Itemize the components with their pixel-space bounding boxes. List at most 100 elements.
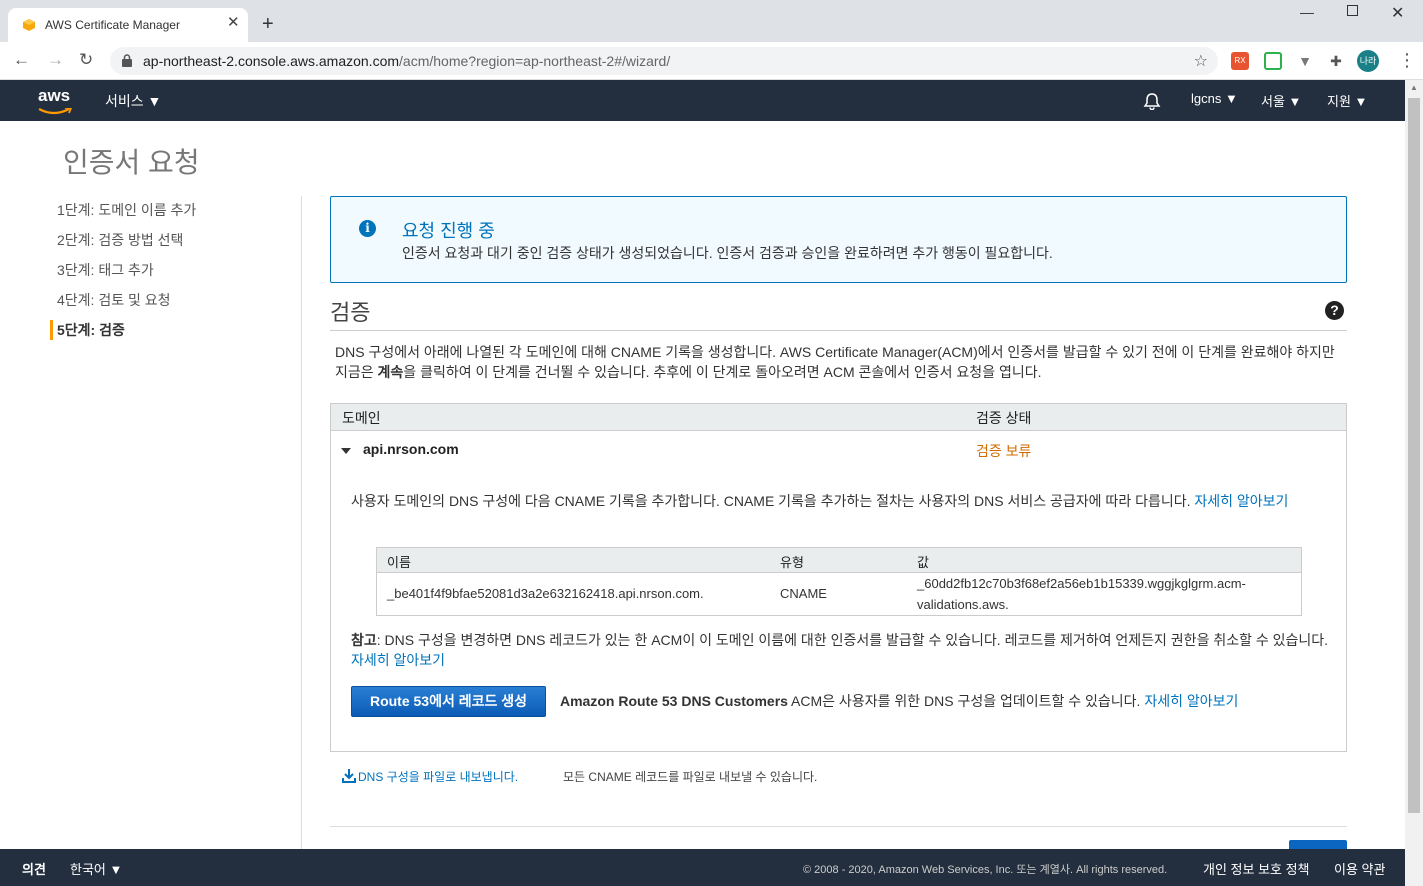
back-icon[interactable]: ← bbox=[13, 51, 30, 69]
expand-caret-icon[interactable] bbox=[341, 448, 351, 454]
help-icon[interactable]: ? bbox=[1325, 301, 1344, 320]
browser-toolbar: ← → ↻ ap-northeast-2.console.aws.amazon.… bbox=[0, 42, 1423, 80]
col-type: 유형 bbox=[780, 555, 804, 570]
forward-icon[interactable]: → bbox=[47, 51, 64, 69]
cname-type: CNAME bbox=[780, 586, 827, 601]
route53-learn-more-link[interactable]: 자세히 알아보기 bbox=[1144, 693, 1238, 709]
lock-icon bbox=[122, 54, 132, 67]
desc-continue: 계속 bbox=[377, 364, 404, 380]
note-text: 참고: DNS 구성을 변경하면 DNS 레코드가 있는 한 ACM이 이 도메… bbox=[351, 630, 1341, 670]
note-learn-more-link[interactable]: 자세히 알아보기 bbox=[351, 652, 445, 668]
step-4[interactable]: 4단계: 검토 및 요청 bbox=[50, 290, 196, 320]
browser-tab[interactable]: AWS Certificate Manager ✕ bbox=[8, 8, 248, 42]
cname-value-line2: validations.aws. bbox=[917, 597, 1009, 612]
extension-screen-icon[interactable] bbox=[1264, 52, 1282, 70]
learn-more-link[interactable]: 자세히 알아보기 bbox=[1194, 493, 1288, 509]
profile-avatar[interactable]: 나라 bbox=[1357, 50, 1379, 72]
create-route53-record-button[interactable]: Route 53에서 레코드 생성 bbox=[351, 686, 546, 717]
aws-logo[interactable]: aws bbox=[38, 86, 70, 106]
col-value: 값 bbox=[917, 555, 929, 570]
url-host: ap-northeast-2.console.aws.amazon.com bbox=[143, 53, 400, 69]
cname-info-text: 사용자 도메인의 DNS 구성에 다음 CNAME 기록을 추가합니다. CNA… bbox=[351, 493, 1195, 509]
caret-down-icon: ▼ bbox=[1224, 91, 1238, 106]
browser-menu-icon[interactable]: ⋮ bbox=[1398, 50, 1416, 71]
info-alert: i 요청 진행 중 인증서 요청과 대기 중인 검증 상태가 생성되었습니다. … bbox=[330, 196, 1347, 283]
support-label: 지원 bbox=[1327, 94, 1351, 109]
page-title: 인증서 요청 bbox=[63, 147, 200, 178]
url-path: /acm/home?region=ap-northeast-2#/wizard/ bbox=[399, 53, 671, 69]
domain-name[interactable]: api.nrson.com bbox=[363, 441, 459, 457]
close-tab-icon[interactable]: ✕ bbox=[227, 15, 240, 30]
puzzle-icon[interactable]: ✚ bbox=[1327, 52, 1345, 70]
services-label: 서비스 bbox=[105, 93, 144, 109]
caret-down-icon: ▼ bbox=[1354, 94, 1368, 109]
caret-down-icon: ▼ bbox=[147, 93, 162, 109]
route53-info: Amazon Route 53 DNS Customers ACM은 사용자를 … bbox=[560, 691, 1238, 711]
region-label: 서울 bbox=[1261, 94, 1285, 109]
terms-link[interactable]: 이용 약관 bbox=[1334, 859, 1385, 878]
sidebar-divider bbox=[301, 196, 302, 849]
cname-table: 이름 유형 값 _be401f4f9bfae52081d3a2e63216241… bbox=[376, 547, 1302, 616]
caret-down-icon: ▼ bbox=[1288, 94, 1302, 109]
info-icon: i bbox=[359, 220, 376, 237]
bell-icon[interactable] bbox=[1143, 92, 1161, 110]
wizard-steps: 1단계: 도메인 이름 추가 2단계: 검증 방법 선택 3단계: 태그 추가 … bbox=[50, 200, 196, 340]
export-dns-link[interactable]: DNS 구성을 파일로 내보냅니다. bbox=[358, 768, 518, 785]
console-footer: 의견 한국어 ▼ © 2008 - 2020, Amazon Web Servi… bbox=[0, 849, 1405, 886]
export-description: 모든 CNAME 레코드를 파일로 내보낼 수 있습니다. bbox=[563, 770, 818, 784]
note-label: 참고 bbox=[351, 632, 377, 648]
domain-table-header: 도메인 검증 상태 bbox=[331, 404, 1346, 431]
scroll-up-icon[interactable]: ▲ bbox=[1410, 83, 1418, 92]
status-badge: 검증 보류 bbox=[976, 443, 1032, 459]
feedback-link[interactable]: 의견 bbox=[22, 859, 46, 878]
vertical-scrollbar[interactable]: ▲ bbox=[1405, 80, 1423, 886]
cname-value-line1: _60dd2fb12c70b3f68ef2a56eb1b15339.wggjkg… bbox=[917, 576, 1246, 591]
address-bar[interactable]: ap-northeast-2.console.aws.amazon.com/ac… bbox=[110, 47, 1218, 75]
url-text: ap-northeast-2.console.aws.amazon.com/ac… bbox=[143, 53, 670, 69]
privacy-link[interactable]: 개인 정보 보호 정책 bbox=[1203, 859, 1310, 878]
language-selector[interactable]: 한국어 ▼ bbox=[70, 859, 122, 878]
reload-icon[interactable]: ↻ bbox=[79, 51, 93, 69]
region-menu[interactable]: 서울 ▼ bbox=[1261, 91, 1301, 110]
scrollbar-thumb[interactable] bbox=[1408, 98, 1420, 813]
language-label: 한국어 bbox=[70, 862, 106, 877]
col-status: 검증 상태 bbox=[976, 410, 1032, 426]
account-menu[interactable]: lgcns ▼ bbox=[1191, 91, 1238, 106]
extension-rx-icon[interactable]: RX bbox=[1231, 52, 1249, 70]
alert-body: 인증서 요청과 대기 중인 검증 상태가 생성되었습니다. 인증서 검증과 승인… bbox=[402, 245, 1053, 261]
step-5-active[interactable]: 5단계: 검증 bbox=[50, 320, 196, 340]
extension-v-icon[interactable]: ▼ bbox=[1296, 52, 1314, 70]
browser-tab-strip: AWS Certificate Manager ✕ + — ✕ bbox=[0, 0, 1423, 42]
step-2[interactable]: 2단계: 검증 방법 선택 bbox=[50, 230, 196, 260]
bookmark-star-icon[interactable]: ☆ bbox=[1194, 51, 1208, 71]
step-3[interactable]: 3단계: 태그 추가 bbox=[50, 260, 196, 290]
caret-down-icon: ▼ bbox=[109, 862, 123, 877]
acm-favicon-icon bbox=[23, 19, 35, 31]
support-menu[interactable]: 지원 ▼ bbox=[1327, 91, 1367, 110]
section-title: 검증 bbox=[330, 300, 371, 325]
route53-customers: Amazon Route 53 DNS Customers bbox=[560, 693, 788, 709]
cname-info: 사용자 도메인의 DNS 구성에 다음 CNAME 기록을 추가합니다. CNA… bbox=[351, 491, 1331, 511]
route53-text: ACM은 사용자를 위한 DNS 구성을 업데이트할 수 있습니다. bbox=[787, 693, 1145, 709]
col-domain: 도메인 bbox=[342, 410, 381, 426]
domain-table: 도메인 검증 상태 api.nrson.com 검증 보류 사용자 도메인의 D… bbox=[330, 403, 1347, 752]
section-description: DNS 구성에서 아래에 나열된 각 도메인에 대해 CNAME 기록을 생성합… bbox=[335, 342, 1340, 382]
aws-console-header: aws 서비스 ▼ lgcns ▼ 서울 ▼ 지원 ▼ bbox=[0, 80, 1405, 121]
download-icon[interactable] bbox=[342, 768, 356, 783]
new-tab-button[interactable]: + bbox=[262, 14, 274, 34]
note-body: : DNS 구성을 변경하면 DNS 레코드가 있는 한 ACM이 이 도메인 … bbox=[376, 632, 1329, 648]
desc-part2: 을 클릭하여 이 단계를 건너뛸 수 있습니다. 추후에 이 단계로 돌아오려면… bbox=[403, 364, 1042, 380]
tab-title: AWS Certificate Manager bbox=[45, 18, 180, 32]
section-divider bbox=[330, 330, 1347, 331]
step-1[interactable]: 1단계: 도메인 이름 추가 bbox=[50, 200, 196, 230]
window-close-icon[interactable]: ✕ bbox=[1391, 3, 1404, 23]
bottom-divider bbox=[330, 826, 1347, 827]
cname-name: _be401f4f9bfae52081d3a2e632162418.api.nr… bbox=[387, 586, 704, 601]
services-menu[interactable]: 서비스 ▼ bbox=[105, 91, 161, 111]
account-label: lgcns bbox=[1191, 91, 1222, 106]
minimize-icon[interactable]: — bbox=[1300, 4, 1314, 20]
col-name: 이름 bbox=[387, 555, 411, 570]
maximize-icon[interactable] bbox=[1347, 5, 1358, 16]
copyright: © 2008 - 2020, Amazon Web Services, Inc.… bbox=[803, 864, 1168, 876]
cname-table-header: 이름 유형 값 bbox=[377, 548, 1301, 573]
